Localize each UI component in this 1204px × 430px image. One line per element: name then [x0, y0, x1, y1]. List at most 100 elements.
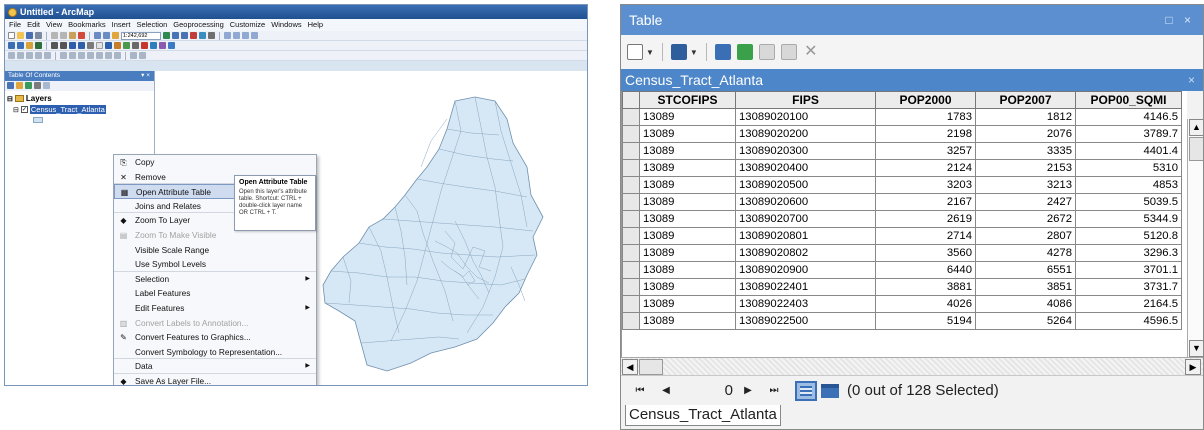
table-cell[interactable]: 3881 — [875, 278, 976, 296]
table-row[interactable]: 13089 13089020300 3257 3335 4401.4 — [622, 142, 1182, 160]
table-cell[interactable]: 2076 — [975, 125, 1076, 143]
undo-icon[interactable] — [94, 32, 101, 39]
scroll-left-icon[interactable]: ◀ — [622, 359, 638, 375]
table-cell[interactable]: 13089020801 — [735, 227, 876, 245]
switch-selection-icon[interactable] — [736, 44, 753, 60]
column-header-pop2000[interactable]: POP2000 — [875, 91, 976, 109]
show-all-records-icon[interactable] — [795, 380, 817, 401]
column-header-stcofips[interactable]: STCOFIPS — [639, 91, 736, 109]
table-cell[interactable]: 13089 — [639, 159, 736, 177]
table-cell[interactable]: 13089 — [639, 142, 736, 160]
table-cell[interactable]: 4596.5 — [1075, 312, 1182, 330]
add-data-icon[interactable] — [112, 32, 119, 39]
draw-tool-icon[interactable] — [17, 52, 24, 59]
table-cell[interactable]: 3789.7 — [1075, 125, 1182, 143]
menu-item-help[interactable]: Help — [308, 19, 323, 31]
column-header-fips[interactable]: FIPS — [735, 91, 876, 109]
fixed-zoom-in-icon[interactable] — [51, 42, 58, 49]
table-cell[interactable]: 4401.4 — [1075, 142, 1182, 160]
table-bottom-tab[interactable]: Census_Tract_Atlanta — [625, 405, 781, 426]
table-cell[interactable]: 5310 — [1075, 159, 1182, 177]
table-row[interactable]: 13089 13089020400 2124 2153 5310 — [622, 159, 1182, 177]
related-tables-icon[interactable] — [670, 44, 687, 60]
select-elements-icon[interactable] — [96, 42, 103, 49]
table-cell[interactable]: 2672 — [975, 210, 1076, 228]
table-cell[interactable]: 3851 — [975, 278, 1076, 296]
table-cell[interactable]: 4146.5 — [1075, 108, 1182, 126]
menu-item-customize[interactable]: Customize — [230, 19, 265, 31]
table-row[interactable]: 13089 13089020600 2167 2427 5039.5 — [622, 193, 1182, 211]
table-cell[interactable]: 13089 — [639, 295, 736, 313]
python-icon[interactable] — [208, 32, 215, 39]
list-by-drawing-order-icon[interactable] — [7, 82, 14, 89]
table-cell[interactable]: 2198 — [875, 125, 976, 143]
chevron-down-icon[interactable]: ▼ — [690, 48, 698, 57]
attribute-grid[interactable]: STCOFIPS FIPS POP2000 POP2007 POP00_SQMI 130… — [621, 91, 1187, 357]
context-menu-item-label-features[interactable]: Label Features — [114, 286, 316, 301]
row-selector[interactable] — [622, 312, 640, 330]
delete-icon[interactable] — [78, 32, 85, 39]
toc-options-icon[interactable] — [43, 82, 50, 89]
horizontal-scrollbar[interactable]: ◀ ▶ — [621, 357, 1203, 375]
fixed-zoom-out-icon[interactable] — [60, 42, 67, 49]
context-menu-item-convert-labels-to-annotation[interactable]: ▥ Convert Labels to Annotation... — [114, 316, 316, 331]
table-row[interactable]: 13089 13089022403 4026 4086 2164.5 — [622, 295, 1182, 313]
context-menu-item-edit-features[interactable]: Edit Features ▶ — [114, 301, 316, 316]
clear-selection-icon[interactable] — [758, 44, 775, 60]
menu-item-edit[interactable]: Edit — [27, 19, 40, 31]
context-menu-item-copy[interactable]: ⎘ Copy — [114, 155, 316, 170]
row-selector[interactable] — [622, 125, 640, 143]
row-selector[interactable] — [622, 142, 640, 160]
forward-extent-icon[interactable] — [78, 42, 85, 49]
table-cell[interactable]: 3296.3 — [1075, 244, 1182, 262]
table-cell[interactable]: 13089020600 — [735, 193, 876, 211]
first-record-icon[interactable]: ⏮ — [631, 385, 649, 396]
context-menu-item-convert-features-to-graphics[interactable]: ✎ Convert Features to Graphics... — [114, 330, 316, 345]
select-by-attributes-icon[interactable] — [714, 44, 731, 60]
scroll-thumb[interactable] — [639, 359, 663, 375]
context-menu-item-use-symbol-levels[interactable]: Use Symbol Levels — [114, 257, 316, 272]
menu-item-view[interactable]: View — [46, 19, 62, 31]
collapse-icon[interactable]: ⊟ — [7, 95, 13, 103]
full-extent-icon[interactable] — [35, 42, 42, 49]
table-cell[interactable]: 5344.9 — [1075, 210, 1182, 228]
draw-tool-icon[interactable] — [60, 52, 67, 59]
menu-item-file[interactable]: File — [9, 19, 21, 31]
scroll-up-icon[interactable]: ▲ — [1189, 119, 1203, 136]
table-cell[interactable]: 13089 — [639, 278, 736, 296]
table-cell[interactable]: 4086 — [975, 295, 1076, 313]
scroll-thumb[interactable] — [1189, 137, 1203, 161]
draw-tool-icon[interactable] — [139, 52, 146, 59]
table-row[interactable]: 13089 13089020200 2198 2076 3789.7 — [622, 125, 1182, 143]
table-cell[interactable]: 13089020200 — [735, 125, 876, 143]
delete-selected-icon[interactable]: ✕ — [803, 44, 819, 60]
back-extent-icon[interactable] — [69, 42, 76, 49]
table-cell[interactable]: 5120.8 — [1075, 227, 1182, 245]
search-window-icon[interactable] — [190, 32, 197, 39]
table-cell[interactable]: 6551 — [975, 261, 1076, 279]
row-selector[interactable] — [622, 210, 640, 228]
misc-tool-icon[interactable] — [242, 32, 249, 39]
table-row[interactable]: 13089 13089020100 1783 1812 4146.5 — [622, 108, 1182, 126]
draw-tool-icon[interactable] — [96, 52, 103, 59]
context-menu-item-convert-symbology-to-representation[interactable]: Convert Symbology to Representation... — [114, 345, 316, 360]
misc-tool-icon[interactable] — [224, 32, 231, 39]
row-selector[interactable] — [622, 176, 640, 194]
row-selector[interactable] — [622, 244, 640, 262]
draw-tool-icon[interactable] — [35, 52, 42, 59]
measure-icon[interactable] — [132, 42, 139, 49]
previous-record-icon[interactable]: ◀ — [657, 385, 675, 396]
menu-item-geoprocessing[interactable]: Geoprocessing — [173, 19, 223, 31]
table-cell[interactable]: 5039.5 — [1075, 193, 1182, 211]
table-cell[interactable]: 5264 — [975, 312, 1076, 330]
table-cell[interactable]: 13089 — [639, 210, 736, 228]
html-popup-icon[interactable] — [123, 42, 130, 49]
table-cell[interactable]: 2167 — [875, 193, 976, 211]
table-cell[interactable]: 3560 — [875, 244, 976, 262]
current-record-field[interactable]: 0 — [683, 382, 739, 399]
list-by-selection-icon[interactable] — [34, 82, 41, 89]
table-cell[interactable]: 13089020400 — [735, 159, 876, 177]
cut-icon[interactable] — [51, 32, 58, 39]
scroll-down-icon[interactable]: ▼ — [1189, 340, 1203, 357]
context-menu-item-data[interactable]: Data ▶ — [114, 359, 316, 374]
